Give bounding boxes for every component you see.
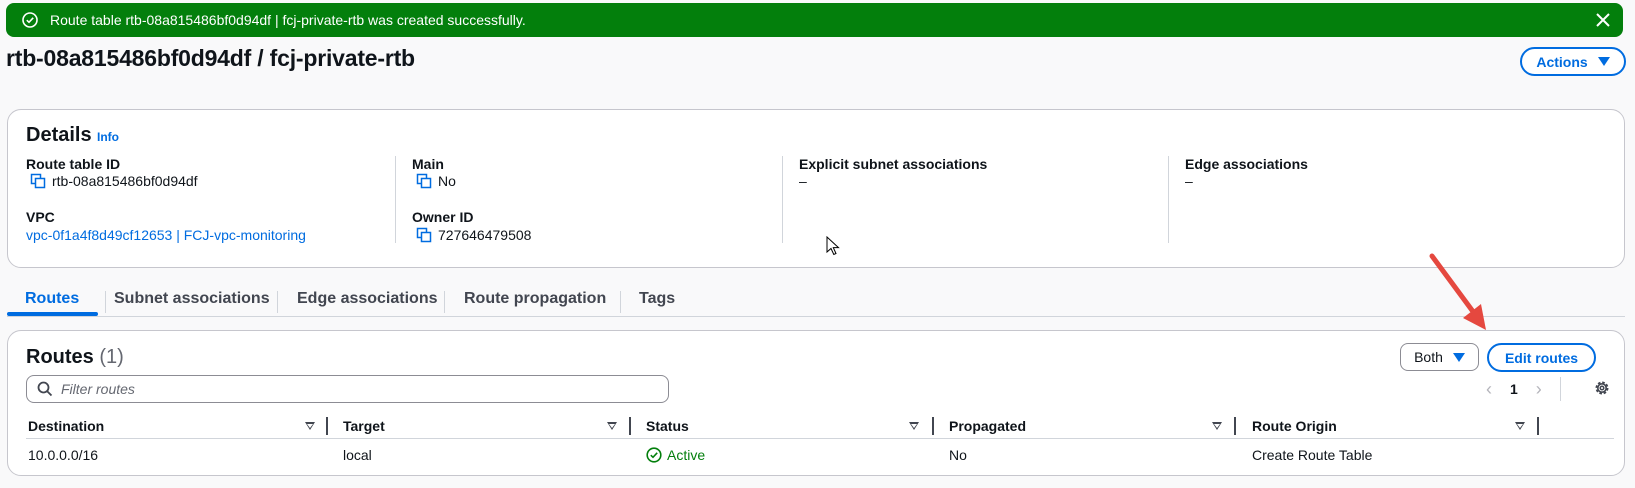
- route-table-id-label: Route table ID: [26, 156, 121, 172]
- tab-edge-associations[interactable]: Edge associations: [297, 290, 438, 308]
- column-header-target[interactable]: Target: [343, 418, 385, 434]
- tab-divider: [620, 291, 621, 313]
- main-label: Main: [412, 156, 444, 172]
- column-resizer[interactable]: [1234, 417, 1236, 435]
- check-circle-icon: [22, 12, 38, 28]
- sort-icon[interactable]: [1515, 422, 1525, 430]
- success-flash-banner: Route table rtb-08a815486bf0d94df | fcj-…: [6, 3, 1623, 37]
- column-header-route-origin[interactable]: Route Origin: [1252, 418, 1337, 434]
- pagination: ‹ 1 ›: [1486, 377, 1561, 401]
- tab-tags[interactable]: Tags: [639, 290, 675, 308]
- cell-status: Active: [646, 447, 705, 463]
- sort-icon[interactable]: [909, 422, 919, 430]
- routes-heading: Routes (1): [26, 346, 124, 369]
- copy-icon[interactable]: [416, 173, 432, 189]
- explicit-subnet-label: Explicit subnet associations: [799, 156, 988, 172]
- routes-title: Routes: [26, 346, 94, 368]
- sort-icon[interactable]: [305, 422, 315, 430]
- owner-id-text: 727646479508: [438, 227, 532, 243]
- next-page-icon[interactable]: ›: [1536, 379, 1542, 400]
- route-filter-select[interactable]: Both: [1400, 343, 1479, 371]
- column-resizer[interactable]: [629, 417, 631, 435]
- copy-icon[interactable]: [416, 227, 432, 243]
- tab-route-propagation[interactable]: Route propagation: [464, 290, 606, 308]
- sort-icon[interactable]: [1212, 422, 1222, 430]
- cell-target: local: [343, 447, 372, 463]
- filter-routes-input[interactable]: [61, 381, 641, 397]
- details-panel: Details Info Route table ID rtb-08a81548…: [7, 109, 1625, 268]
- vpc-link[interactable]: vpc-0f1a4f8d49cf12653 | FCJ-vpc-monitori…: [26, 227, 306, 243]
- active-tab-indicator: [7, 312, 98, 316]
- actions-button[interactable]: Actions: [1520, 47, 1626, 76]
- details-column-2: Main No Owner ID 727646479508: [395, 156, 783, 243]
- tab-subnet-associations[interactable]: Subnet associations: [114, 290, 270, 308]
- details-column-1: Route table ID rtb-08a815486bf0d94df VPC…: [26, 156, 396, 243]
- close-icon[interactable]: [1595, 12, 1611, 28]
- routes-panel: Routes (1) Both Edit routes ‹ 1 › Destin…: [7, 330, 1625, 476]
- status-text: Active: [667, 447, 706, 463]
- flash-message: Route table rtb-08a815486bf0d94df | fcj-…: [50, 12, 526, 28]
- details-column-3: Explicit subnet associations –: [782, 156, 1170, 243]
- column-header-destination[interactable]: Destination: [28, 418, 104, 434]
- route-table-id-value: rtb-08a815486bf0d94df: [30, 173, 198, 189]
- vpc-label: VPC: [26, 209, 55, 225]
- routes-count: (1): [99, 346, 124, 368]
- caret-down-icon: [1452, 352, 1465, 362]
- search-icon: [37, 381, 53, 397]
- tab-divider: [444, 291, 445, 313]
- previous-page-icon[interactable]: ‹: [1486, 379, 1492, 400]
- pager-divider: [1559, 377, 1561, 401]
- owner-id-label: Owner ID: [412, 209, 474, 225]
- tab-bar: Routes Subnet associations Edge associat…: [7, 283, 1625, 317]
- current-page-number[interactable]: 1: [1510, 381, 1518, 397]
- main-value: No: [416, 173, 456, 189]
- route-table-id-text: rtb-08a815486bf0d94df: [52, 173, 198, 189]
- column-header-status[interactable]: Status: [646, 418, 689, 434]
- caret-down-icon: [1597, 57, 1610, 66]
- actions-label: Actions: [1536, 53, 1588, 70]
- settings-gear-icon[interactable]: [1593, 379, 1611, 397]
- edge-associations-label: Edge associations: [1185, 156, 1308, 172]
- tab-divider: [277, 291, 278, 313]
- column-resizer[interactable]: [326, 417, 328, 435]
- tab-routes[interactable]: Routes: [25, 290, 79, 308]
- tab-divider: [105, 291, 106, 313]
- edge-associations-value: –: [1185, 173, 1193, 189]
- cell-propagated: No: [949, 447, 967, 463]
- owner-id-value: 727646479508: [416, 227, 531, 243]
- routes-table-header: Destination Target Status Propagated Rou…: [26, 417, 1614, 439]
- cell-destination: 10.0.0.0/16: [28, 447, 99, 463]
- edit-routes-button[interactable]: Edit routes: [1487, 343, 1596, 372]
- main-text: No: [438, 173, 456, 189]
- details-heading: Details: [26, 124, 92, 146]
- table-row[interactable]: 10.0.0.0/16 local Active No Create Route…: [26, 445, 1614, 467]
- copy-icon[interactable]: [30, 173, 46, 189]
- sort-icon[interactable]: [607, 422, 617, 430]
- mouse-cursor-icon: [826, 236, 840, 256]
- column-header-propagated[interactable]: Propagated: [949, 418, 1026, 434]
- filter-routes-field[interactable]: [26, 375, 669, 403]
- column-resizer[interactable]: [1537, 417, 1539, 435]
- column-resizer[interactable]: [932, 417, 934, 435]
- status-success-icon: [646, 447, 662, 463]
- info-link[interactable]: Info: [97, 130, 119, 144]
- route-filter-select-value: Both: [1414, 349, 1443, 365]
- explicit-subnet-value: –: [799, 173, 807, 189]
- page-title: rtb-08a815486bf0d94df / fcj-private-rtb: [6, 45, 415, 71]
- details-column-4: Edge associations –: [1168, 156, 1588, 243]
- cell-route-origin: Create Route Table: [1252, 447, 1373, 463]
